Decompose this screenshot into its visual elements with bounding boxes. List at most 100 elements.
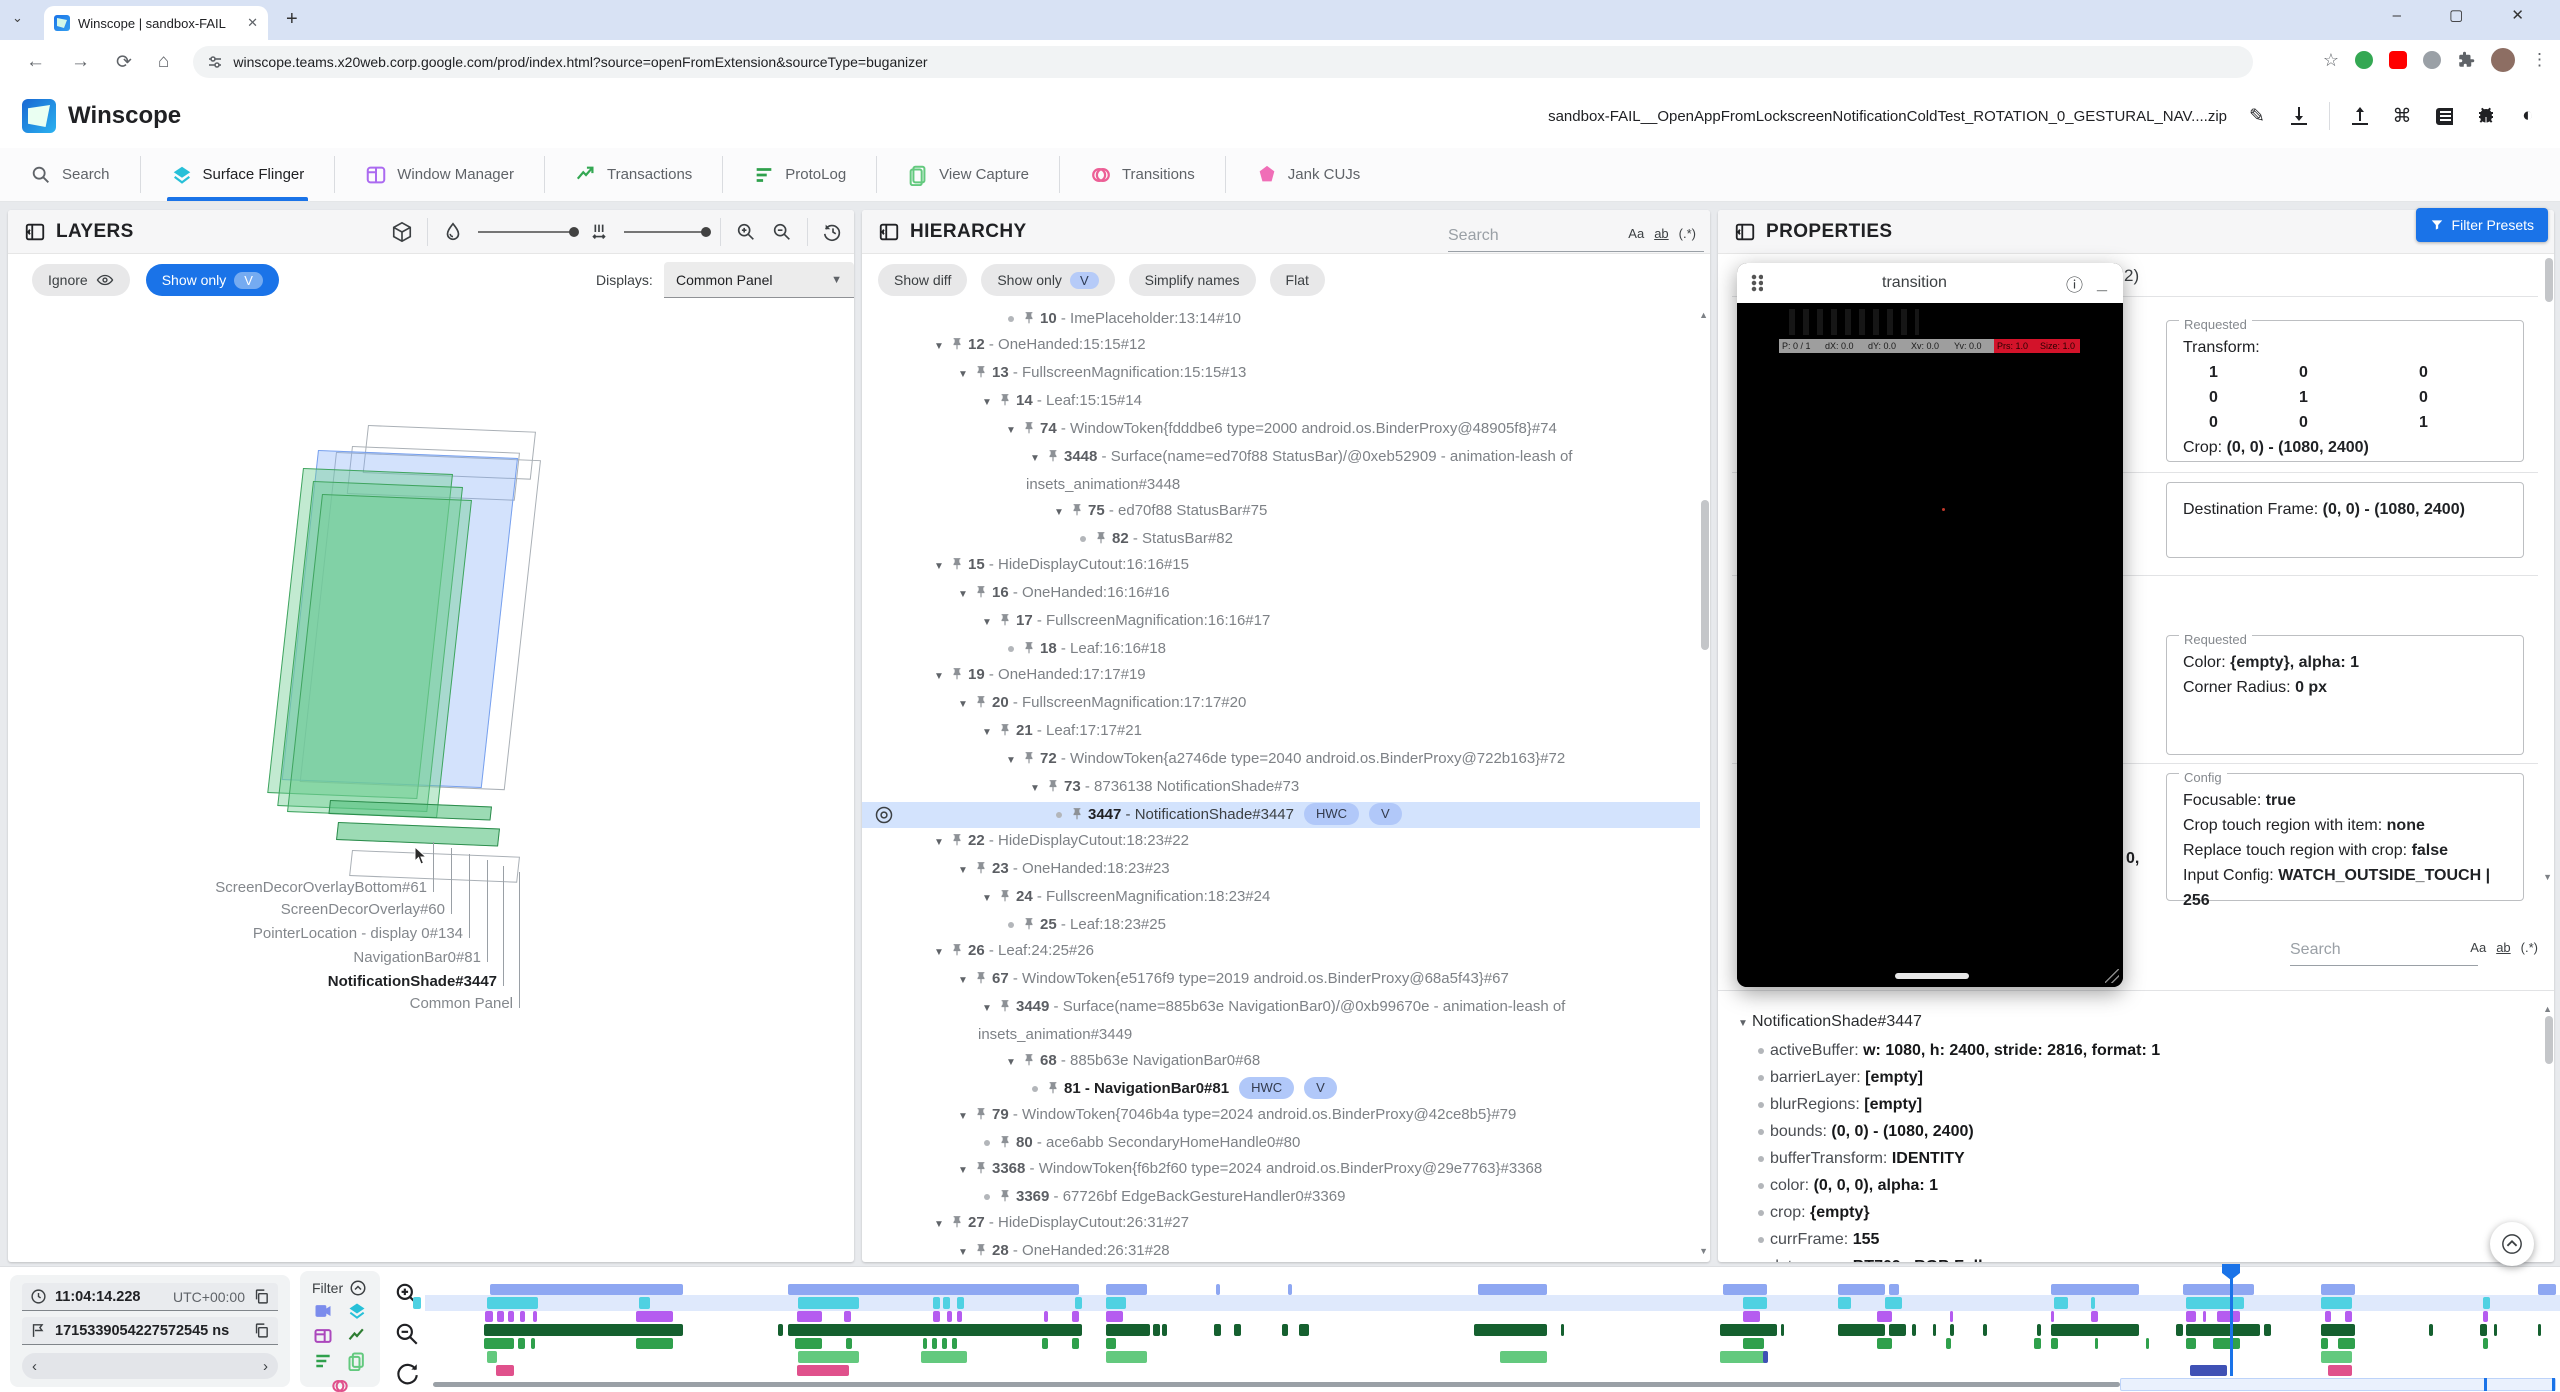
- scroll-up-icon[interactable]: ▲: [2543, 1004, 2552, 1014]
- property-node[interactable]: color: (0, 0, 0), alpha: 1: [1718, 1172, 2542, 1199]
- pin-icon[interactable]: [1070, 807, 1084, 821]
- show-only-v-button[interactable]: Show only V: [981, 264, 1114, 296]
- pin-icon[interactable]: [1022, 421, 1036, 435]
- pin-icon[interactable]: [998, 613, 1012, 627]
- tab-jank-cujs[interactable]: Jank CUJs: [1226, 148, 1391, 201]
- property-node[interactable]: barrierLayer: [empty]: [1718, 1064, 2542, 1091]
- tree-node-26[interactable]: ▼26 - Leaf:24:25#26: [862, 938, 1700, 966]
- pin-icon[interactable]: [1046, 1081, 1060, 1095]
- expand-caret-icon[interactable]: ▼: [954, 1158, 972, 1184]
- pin-icon[interactable]: [1022, 641, 1036, 655]
- pin-icon[interactable]: [998, 723, 1012, 737]
- pin-icon[interactable]: [1022, 1053, 1036, 1067]
- pin-icon[interactable]: [974, 585, 988, 599]
- pin-icon[interactable]: [950, 1215, 964, 1229]
- properties-scrollbar[interactable]: [2545, 258, 2553, 302]
- tree-node-14[interactable]: ▼14 - Leaf:15:15#14: [862, 388, 1700, 416]
- transition-window-titlebar[interactable]: transition ⓘ _: [1737, 263, 2123, 303]
- pin-icon[interactable]: [974, 1243, 988, 1257]
- expand-caret-icon[interactable]: ▼: [1002, 748, 1020, 774]
- transactions-filter-icon[interactable]: [347, 1326, 367, 1346]
- home-icon[interactable]: ⌂: [158, 51, 169, 73]
- tree-node-13[interactable]: ▼13 - FullscreenMagnification:15:15#13: [862, 360, 1700, 388]
- scroll-down-icon[interactable]: ▼: [1699, 1246, 1708, 1256]
- tree-node-22[interactable]: ▼22 - HideDisplayCutout:18:23#22: [862, 828, 1700, 856]
- url-bar[interactable]: winscope.teams.x20web.corp.google.com/pr…: [193, 46, 2253, 78]
- tree-node-21[interactable]: ▼21 - Leaf:17:17#21: [862, 718, 1700, 746]
- copy-icon[interactable]: [253, 1322, 270, 1339]
- download-icon[interactable]: [2287, 104, 2311, 128]
- pin-icon[interactable]: [974, 971, 988, 985]
- match-case-icon[interactable]: Aa: [1628, 226, 1644, 241]
- tree-node-19[interactable]: ▼19 - OneHanded:17:17#19: [862, 662, 1700, 690]
- tree-node-74[interactable]: ▼74 - WindowToken{fdddbe6 type=2000 andr…: [862, 416, 1700, 444]
- docs-book-icon[interactable]: [2432, 104, 2456, 128]
- pin-icon[interactable]: [974, 695, 988, 709]
- spacing-slider[interactable]: [624, 231, 706, 233]
- expand-caret-icon[interactable]: ▼: [930, 334, 948, 360]
- expand-caret-icon[interactable]: ▼: [978, 610, 996, 636]
- expand-caret-icon[interactable]: ▼: [930, 664, 948, 690]
- expand-caret-icon[interactable]: ▼: [930, 554, 948, 580]
- flat-button[interactable]: Flat: [1270, 264, 1325, 296]
- property-node[interactable]: activeBuffer: w: 1080, h: 2400, stride: …: [1718, 1037, 2542, 1064]
- protolog-filter-icon[interactable]: [313, 1351, 333, 1371]
- property-node[interactable]: bounds: (0, 0) - (1080, 2400): [1718, 1118, 2542, 1145]
- tree-node-3368[interactable]: ▼3368 - WindowToken{f6b2f60 type=2024 an…: [862, 1156, 1700, 1184]
- pin-icon[interactable]: [1022, 751, 1036, 765]
- expand-caret-icon[interactable]: ▼: [930, 940, 948, 966]
- scroll-down-icon[interactable]: ▼: [2543, 872, 2552, 882]
- pin-icon[interactable]: [950, 557, 964, 571]
- tree-node-12[interactable]: ▼12 - OneHanded:15:15#12: [862, 332, 1700, 360]
- tree-node-79[interactable]: ▼79 - WindowToken{7046b4a type=2024 andr…: [862, 1102, 1700, 1130]
- expand-caret-icon[interactable]: ▼: [1050, 500, 1068, 526]
- pin-icon[interactable]: [950, 943, 964, 957]
- pin-icon[interactable]: [974, 861, 988, 875]
- pin-icon[interactable]: [1022, 311, 1036, 325]
- simplify-names-button[interactable]: Simplify names: [1129, 264, 1256, 296]
- expand-caret-icon[interactable]: ▼: [954, 582, 972, 608]
- match-word-icon[interactable]: ab: [2496, 940, 2510, 955]
- ns-field[interactable]: 1715339054227572545 ns: [22, 1317, 278, 1345]
- tree-node-27[interactable]: ▼27 - HideDisplayCutout:26:31#27: [862, 1210, 1700, 1238]
- tab-view-capture[interactable]: View Capture: [877, 148, 1059, 201]
- next-frame-icon[interactable]: ›: [263, 1358, 268, 1375]
- timestamp-field[interactable]: 11:04:14.228 UTC+00:00: [22, 1283, 278, 1311]
- visibility-eye-icon[interactable]: [874, 805, 894, 825]
- collapse-filter-icon[interactable]: [349, 1279, 367, 1297]
- upload-icon[interactable]: [2348, 104, 2372, 128]
- collapse-panel-icon[interactable]: [1734, 221, 1756, 243]
- filter-presets-button[interactable]: Filter Presets: [2416, 208, 2548, 242]
- window-manager-filter-icon[interactable]: [313, 1326, 333, 1346]
- theme-toggle-icon[interactable]: ◐: [2516, 104, 2540, 128]
- profile-avatar[interactable]: [2491, 48, 2515, 72]
- tab-transactions[interactable]: Transactions: [545, 148, 722, 201]
- info-icon[interactable]: ⓘ: [2066, 271, 2083, 296]
- expand-caret-icon[interactable]: ▼: [1002, 418, 1020, 444]
- regex-icon[interactable]: (.*): [1679, 226, 1696, 241]
- expand-caret-icon[interactable]: ▼: [1026, 776, 1044, 802]
- view-capture-filter-icon[interactable]: [347, 1351, 367, 1371]
- timeline-zoom-in-icon[interactable]: [394, 1281, 420, 1307]
- surface-flinger-filter-icon[interactable]: [347, 1301, 367, 1321]
- tree-node-20[interactable]: ▼20 - FullscreenMagnification:17:17#20: [862, 690, 1700, 718]
- drag-handle-icon[interactable]: [1751, 274, 1763, 292]
- tree-node-75[interactable]: ▼75 - ed70f88 StatusBar#75: [862, 498, 1700, 526]
- pin-icon[interactable]: [998, 889, 1012, 903]
- expand-caret-icon[interactable]: ▼: [954, 968, 972, 994]
- pin-icon[interactable]: [950, 833, 964, 847]
- tree-node-15[interactable]: ▼15 - HideDisplayCutout:16:16#15: [862, 552, 1700, 580]
- tab-protolog[interactable]: ProtoLog: [723, 148, 876, 201]
- expand-caret-icon[interactable]: ▼: [978, 390, 996, 416]
- forward-icon[interactable]: →: [71, 51, 90, 73]
- expand-caret-icon[interactable]: ▼: [954, 692, 972, 718]
- reset-view-icon[interactable]: [822, 221, 844, 243]
- pin-icon[interactable]: [974, 1107, 988, 1121]
- tree-node-67[interactable]: ▼67 - WindowToken{e5176f9 type=2019 andr…: [862, 966, 1700, 994]
- property-root-node[interactable]: ▼NotificationShade#3447: [1718, 1008, 2542, 1037]
- expand-caret-icon[interactable]: ▼: [978, 996, 996, 1022]
- regex-icon[interactable]: (.*): [2521, 940, 2538, 955]
- tree-node-73[interactable]: ▼73 - 8736138 NotificationShade#73: [862, 774, 1700, 802]
- tree-node-80[interactable]: 80 - ace6abb SecondaryHomeHandle0#80: [862, 1130, 1700, 1156]
- pin-icon[interactable]: [998, 999, 1012, 1013]
